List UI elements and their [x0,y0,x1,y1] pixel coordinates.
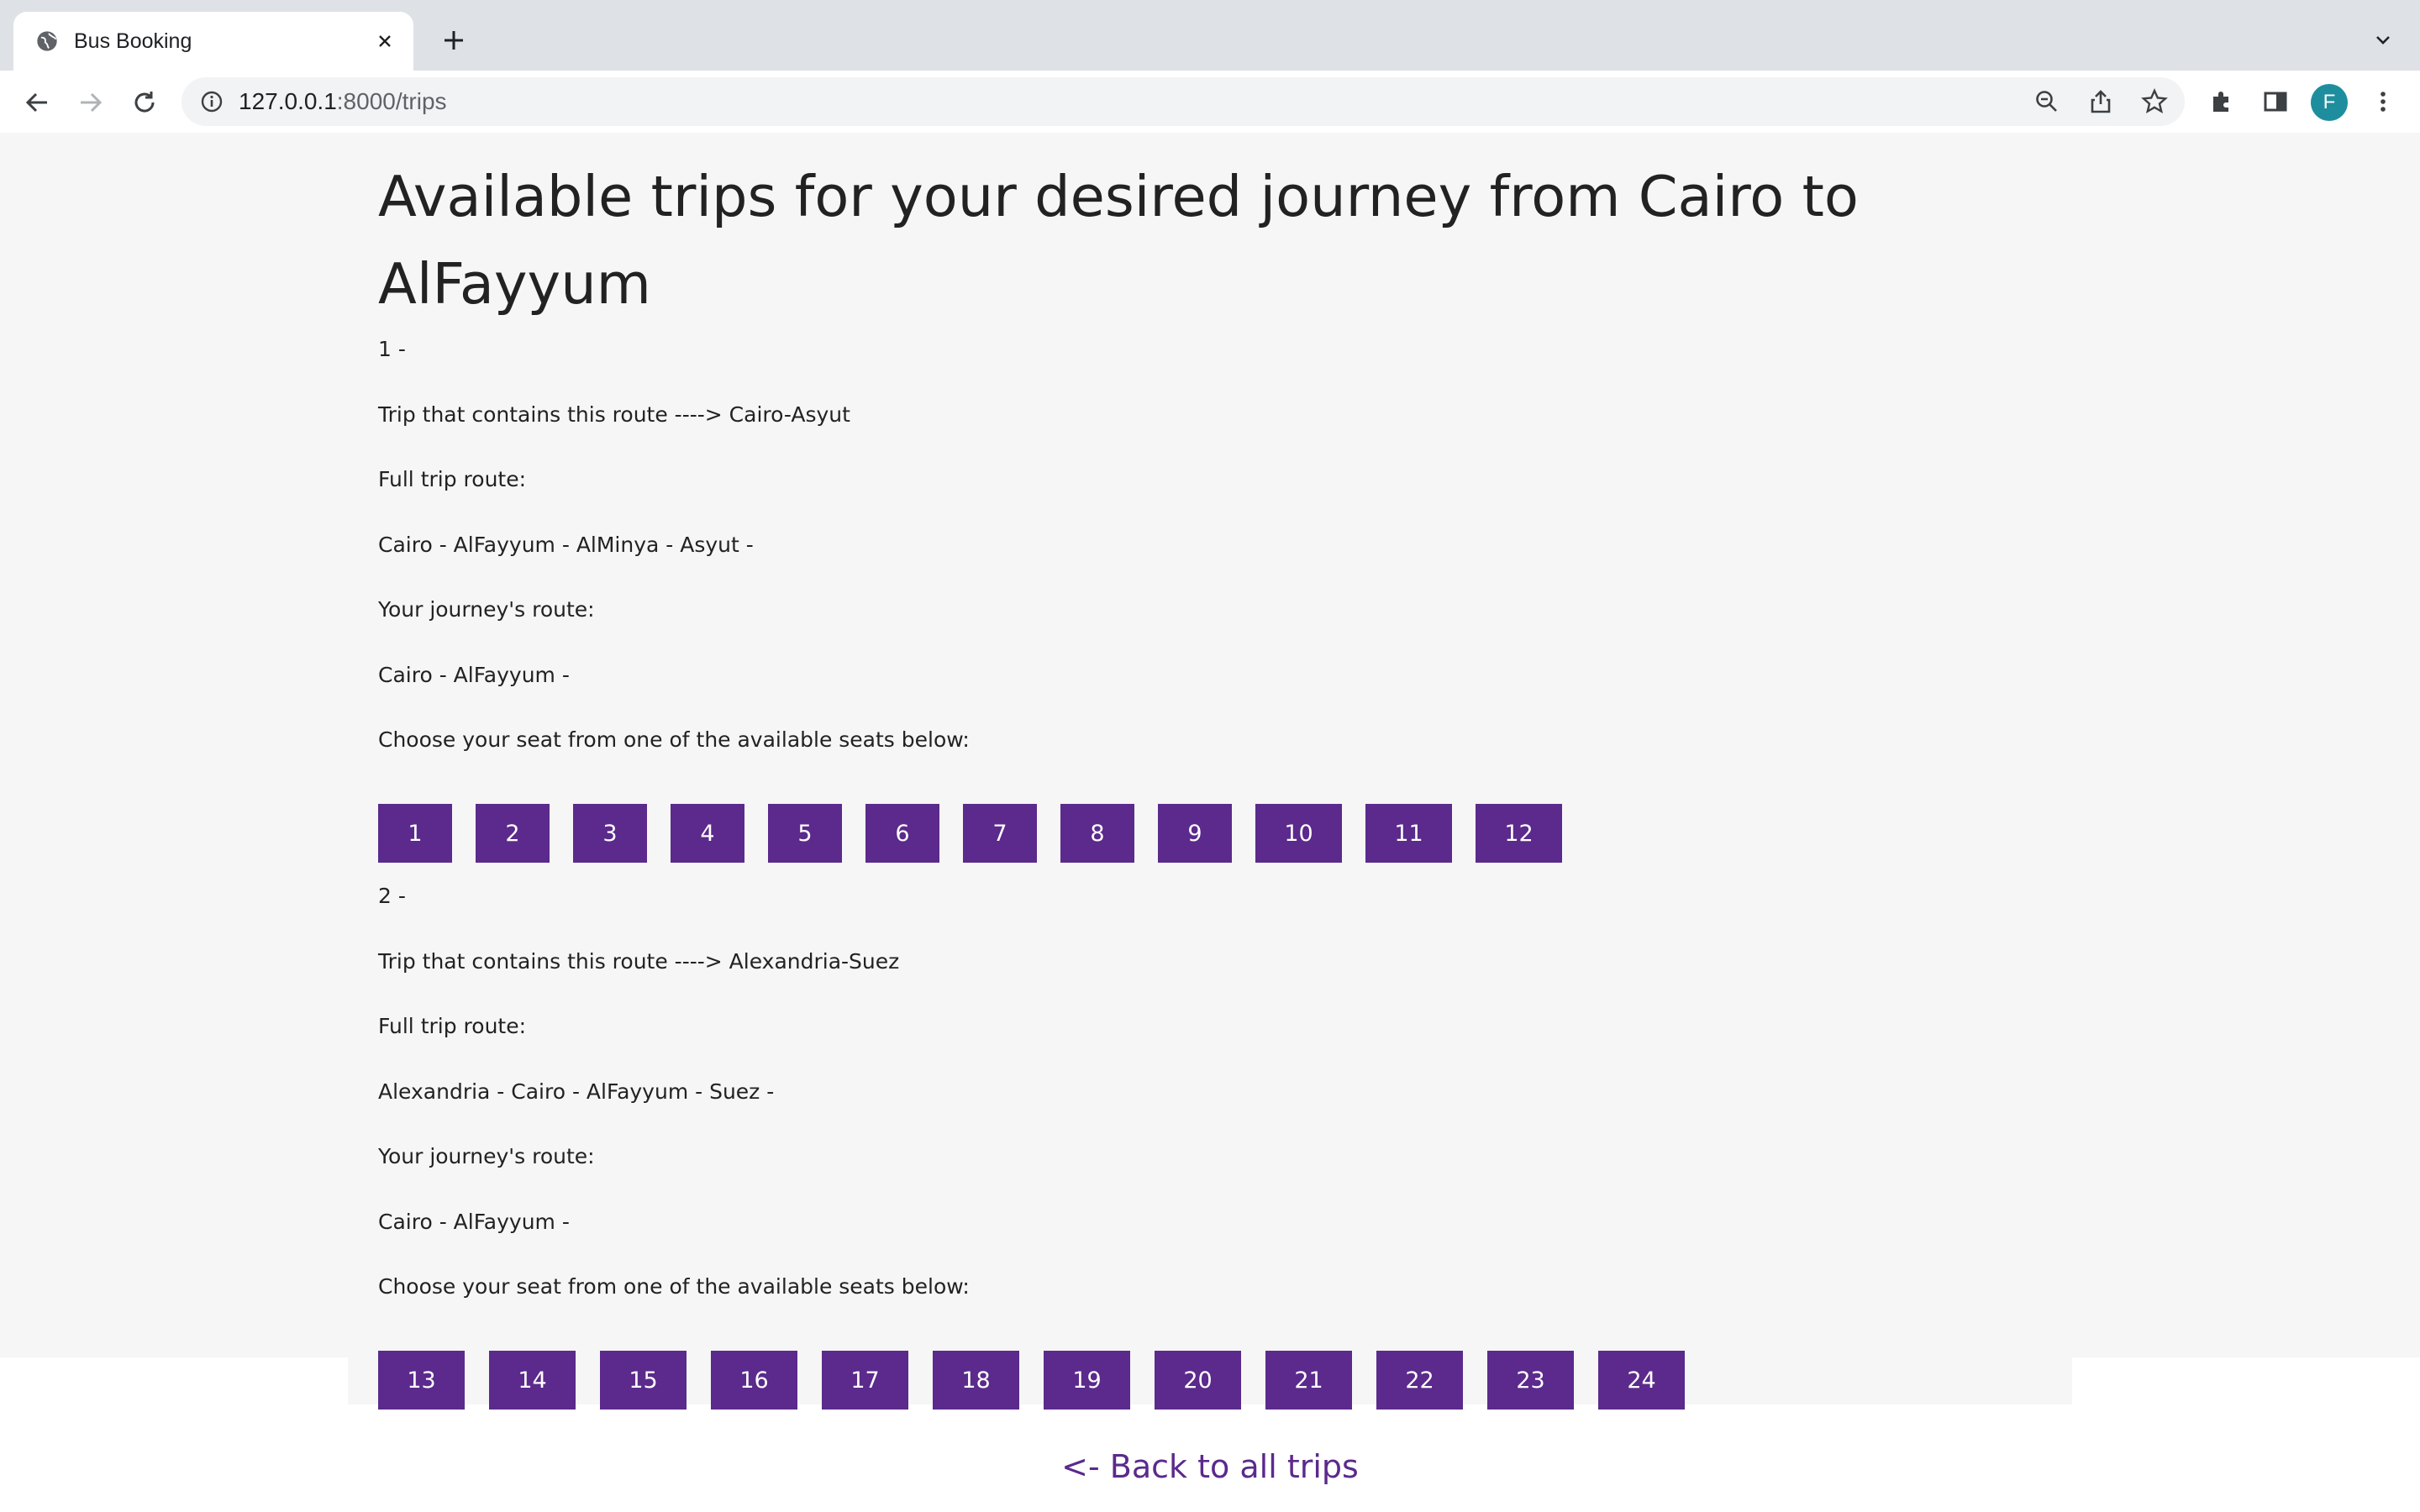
seat-button[interactable]: 13 [378,1351,465,1410]
seat-button[interactable]: 19 [1044,1351,1130,1410]
main-content-card: Available trips for your desired journey… [348,133,2072,1410]
site-info-icon[interactable] [198,88,225,115]
trips-content: Available trips for your desired journey… [378,133,2042,1428]
back-arrow-icon[interactable] [20,86,54,119]
extensions-puzzle-icon[interactable] [2205,85,2238,118]
seat-button[interactable]: 22 [1376,1351,1463,1410]
seat-button[interactable]: 2 [476,804,550,863]
trip-index: 1 - [378,337,406,361]
seat-button[interactable]: 18 [933,1351,1019,1410]
close-tab-icon[interactable] [371,28,398,55]
seat-list: 13 14 15 16 17 18 19 20 21 22 23 24 [378,1351,2042,1416]
trip-index: 2 - [378,884,406,908]
seat-button[interactable]: 14 [489,1351,576,1410]
seat-button[interactable]: 10 [1255,804,1342,863]
tab-strip: Bus Booking [0,0,2420,71]
trip-block: 1 - Trip that contains this route ----> … [378,334,2042,881]
journey-route-label: Your journey's route: [378,1144,595,1168]
full-route-label: Full trip route: [378,1014,527,1038]
seat-button[interactable]: 6 [865,804,939,863]
trip-block: 2 - Trip that contains this route ----> … [378,881,2042,1416]
browser-toolbar: 127.0.0.1:8000/trips F [0,71,2420,134]
page-viewport: Available trips for your desired journey… [0,133,2420,1512]
seat-button[interactable]: 7 [963,804,1037,863]
seat-button[interactable]: 16 [711,1351,797,1410]
seat-button[interactable]: 17 [822,1351,908,1410]
seat-button[interactable]: 9 [1158,804,1232,863]
back-to-all-trips-link[interactable]: <- Back to all trips [0,1448,2420,1485]
seat-button[interactable]: 12 [1476,804,1562,863]
full-route-label: Full trip route: [378,467,527,491]
seat-button[interactable]: 24 [1598,1351,1685,1410]
journey-route-label: Your journey's route: [378,597,595,622]
seat-button[interactable]: 23 [1487,1351,1574,1410]
seat-button[interactable]: 11 [1365,804,1452,863]
seat-button[interactable]: 15 [600,1351,687,1410]
tab-search-chevron-icon[interactable] [2368,25,2398,55]
reload-icon[interactable] [128,86,161,119]
browser-tab[interactable]: Bus Booking [13,12,413,71]
journey-route: Cairo - AlFayyum - [378,662,570,687]
seat-button[interactable]: 5 [768,804,842,863]
trip-contains-route: Trip that contains this route ----> Cair… [378,402,850,427]
url-path: :8000/trips [336,88,447,114]
url-text[interactable]: 127.0.0.1:8000/trips [239,89,447,114]
seat-button[interactable]: 4 [671,804,744,863]
full-route: Alexandria - Cairo - AlFayyum - Suez - [378,1079,775,1104]
share-icon[interactable] [2086,87,2116,117]
trip-contains-route: Trip that contains this route ----> Alex… [378,948,900,974]
page-title: Available trips for your desired journey… [378,164,1859,317]
tab-title: Bus Booking [74,29,192,53]
choose-seat-prompt: Choose your seat from one of the availab… [378,727,970,752]
url-host: 127.0.0.1 [239,88,337,114]
bookmark-star-icon[interactable] [2139,87,2170,117]
seat-button[interactable]: 1 [378,804,452,863]
globe-icon [34,28,60,55]
profile-avatar[interactable]: F [2311,84,2348,121]
seat-button[interactable]: 21 [1265,1351,1352,1410]
seat-button[interactable]: 8 [1060,804,1134,863]
seat-button[interactable]: 3 [573,804,647,863]
journey-route: Cairo - AlFayyum - [378,1209,570,1234]
full-route: Cairo - AlFayyum - AlMinya - Asyut - [378,532,754,557]
new-tab-icon[interactable] [437,24,471,57]
address-bar[interactable]: 127.0.0.1:8000/trips [182,77,2185,126]
seat-button[interactable]: 20 [1155,1351,1241,1410]
zoom-out-icon[interactable] [2032,87,2062,117]
choose-seat-prompt: Choose your seat from one of the availab… [378,1274,970,1299]
forward-arrow-icon[interactable] [74,86,108,119]
seat-list: 1 2 3 4 5 6 7 8 9 10 11 12 [378,804,2042,881]
menu-kebab-icon[interactable] [2366,85,2400,118]
side-panel-icon[interactable] [2259,85,2292,118]
